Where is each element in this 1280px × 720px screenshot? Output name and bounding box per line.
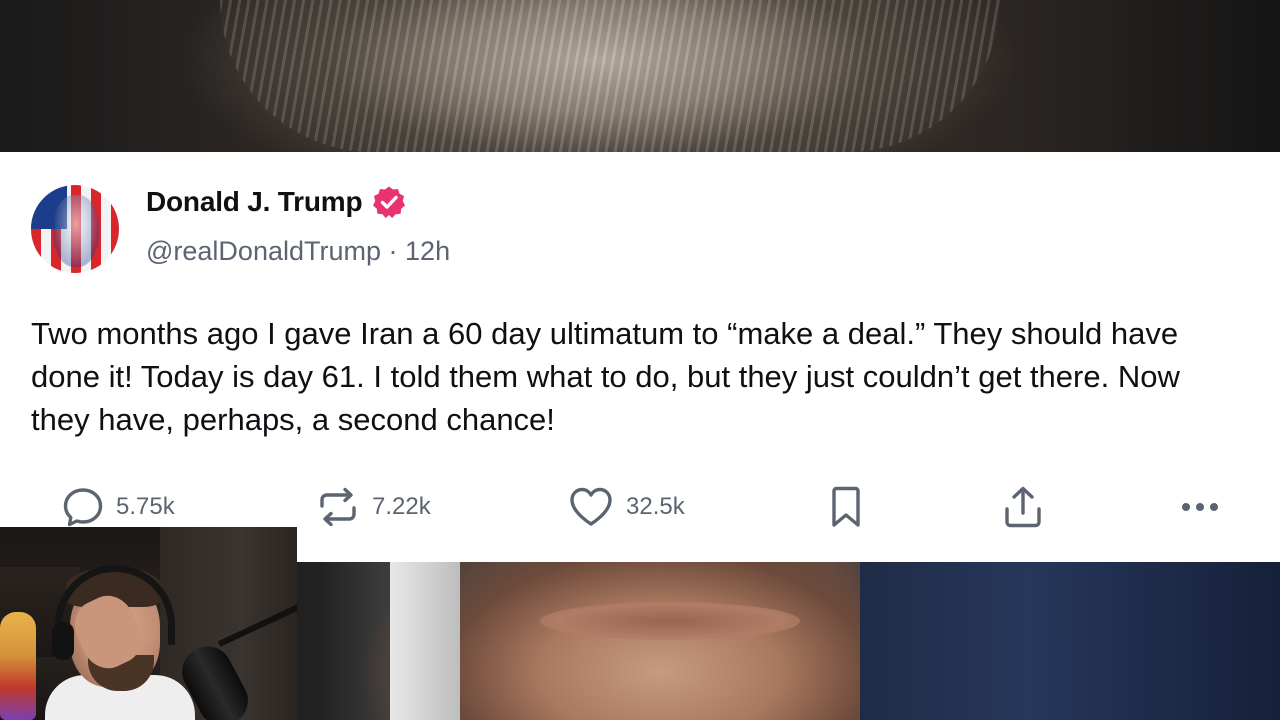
meta-separator: · [388, 236, 398, 266]
reply-count: 5.75k [116, 493, 175, 520]
background-shirt-collar [390, 562, 460, 720]
background-suit [860, 562, 1280, 720]
avatar-face [53, 195, 99, 267]
bookmark-button[interactable] [828, 482, 864, 532]
more-options-button[interactable] [1178, 482, 1222, 532]
bookmark-icon [832, 486, 860, 527]
background-lips [540, 602, 800, 640]
share-icon [1005, 486, 1041, 528]
like-count: 32.5k [626, 493, 685, 520]
post-time[interactable]: 12h [405, 236, 450, 266]
share-button[interactable] [1002, 482, 1044, 532]
like-button[interactable]: 32.5k [568, 482, 685, 532]
webcam-overlay [0, 527, 297, 720]
heart-icon [570, 487, 612, 526]
webcam-plush-toy [0, 612, 36, 720]
action-bar: 5.75k 7.22k 32.5k [0, 482, 1280, 532]
avatar[interactable] [31, 185, 119, 273]
repost-icon [320, 487, 356, 527]
author-row: Donald J. Trump [146, 185, 406, 219]
author-name[interactable]: Donald J. Trump [146, 186, 363, 218]
comment-icon [63, 488, 103, 527]
headset-earcup [52, 622, 74, 660]
repost-button[interactable]: 7.22k [316, 482, 431, 532]
background-hair [220, 0, 1000, 152]
reply-button[interactable]: 5.75k [62, 482, 175, 532]
post-card: Donald J. Trump @realDonaldTrump · 12h T… [0, 152, 1280, 562]
repost-count: 7.22k [372, 493, 431, 520]
handle-row: @realDonaldTrump · 12h [146, 236, 450, 267]
author-handle[interactable]: @realDonaldTrump [146, 236, 381, 266]
more-icon [1182, 503, 1218, 511]
background-photo-top [0, 0, 1280, 152]
post-text: Two months ago I gave Iran a 60 day ulti… [31, 316, 1180, 437]
verified-badge-icon [373, 186, 406, 218]
